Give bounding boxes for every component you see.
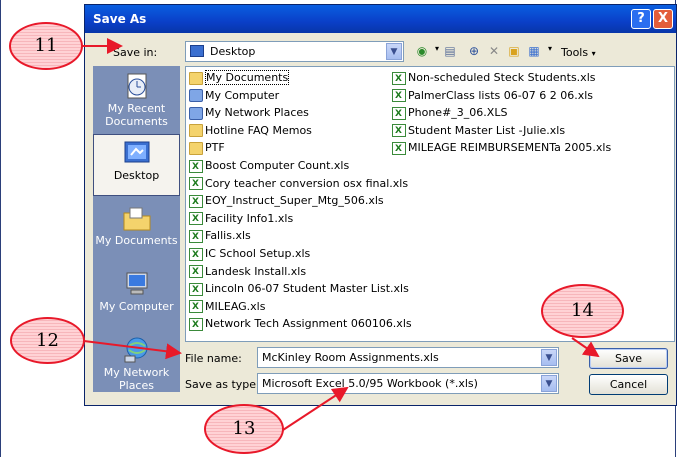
annotation-arrow-13: [282, 386, 349, 431]
annotation-callout: 12: [10, 317, 85, 364]
annotation-callout: 14: [541, 284, 624, 338]
annotation-arrow-14: [571, 337, 600, 358]
annotation-callout: 13: [204, 404, 284, 454]
annotation-arrows: [82, 38, 600, 431]
annotation-arrow-12: [83, 340, 182, 360]
annotation-callout: 11: [9, 22, 83, 70]
